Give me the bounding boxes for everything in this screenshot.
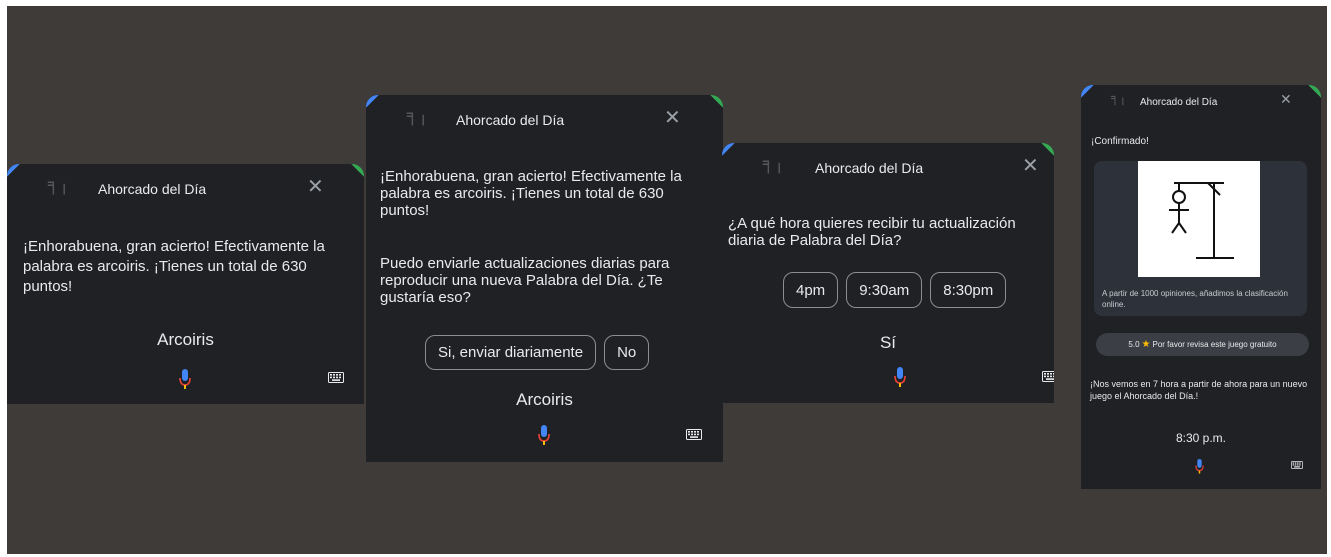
- assistant-panel-3: ╕╷ Ahorcado del Día ✕ ¿A qué hora quiere…: [722, 143, 1054, 403]
- panel-header: ╕╷ Ahorcado del Día ✕: [7, 164, 364, 208]
- suggestion-chips: Si, enviar diariamente No: [425, 335, 650, 370]
- hangman-card: A partir de 1000 opiniones, añadimos la …: [1094, 161, 1307, 316]
- assistant-message: ¡Enhorabuena, gran acierto! Efectivament…: [23, 238, 325, 295]
- game-logo-icon: ╕╷: [407, 105, 429, 126]
- rate-game-button[interactable]: 5.0 ★ Por favor revisa este juego gratui…: [1096, 333, 1309, 356]
- confirmation-text: ¡Confirmado!: [1091, 136, 1149, 147]
- chip-send-daily[interactable]: Si, enviar diariamente: [425, 335, 597, 370]
- keyboard-icon[interactable]: [686, 429, 702, 440]
- farewell-message: ¡Nos vemos en 7 hora a partir de ahora p…: [1090, 379, 1308, 401]
- keyboard-icon[interactable]: [1291, 461, 1303, 469]
- suggestion-chips: 4pm 9:30am 8:30pm: [783, 272, 1007, 308]
- game-logo-icon: ╕╷: [1111, 91, 1127, 106]
- panel-header: ╕╷ Ahorcado del Día ✕: [1081, 85, 1321, 129]
- assistant-panel-4: ╕╷ Ahorcado del Día ✕ ¡Confirmado! A par…: [1081, 85, 1321, 489]
- star-icon: ★: [1141, 339, 1151, 350]
- keyboard-icon[interactable]: [1042, 371, 1054, 382]
- rating-value: 5.0: [1128, 340, 1140, 349]
- game-logo-icon: ╕╷: [763, 153, 785, 174]
- game-logo-icon: ╕╷: [48, 174, 70, 195]
- screenshot-stage: ╕╷ Ahorcado del Día ✕ ¡Enhorabuena, gran…: [7, 6, 1327, 554]
- app-title: Ahorcado del Día: [98, 181, 207, 197]
- mic-icon[interactable]: [894, 367, 906, 389]
- hangman-image: [1138, 161, 1260, 277]
- close-icon[interactable]: ✕: [1280, 91, 1292, 108]
- panel-header: ╕╷ Ahorcado del Día ✕: [722, 143, 1054, 187]
- assistant-panel-1: ╕╷ Ahorcado del Día ✕ ¡Enhorabuena, gran…: [7, 164, 364, 404]
- hangman-drawing: [1169, 182, 1234, 259]
- user-query: 8:30 p.m.: [1175, 431, 1227, 445]
- user-query: Arcoiris: [516, 390, 573, 409]
- rating-text: Por favor revisa este juego gratuito: [1152, 340, 1277, 349]
- close-icon[interactable]: ✕: [1022, 153, 1039, 178]
- app-title: Ahorcado del Día: [1140, 97, 1218, 108]
- assistant-followup: Puedo enviarle actualizaciones diarias p…: [380, 255, 670, 306]
- card-description: A partir de 1000 opiniones, añadimos la …: [1102, 289, 1288, 309]
- user-query: Sí: [879, 333, 897, 352]
- mic-icon[interactable]: [1195, 459, 1204, 475]
- chip-4pm[interactable]: 4pm: [783, 272, 839, 308]
- panel-header: ╕╷ Ahorcado del Día ✕: [366, 95, 723, 139]
- chip-no[interactable]: No: [604, 335, 650, 370]
- app-title: Ahorcado del Día: [815, 160, 924, 176]
- assistant-message: ¡Enhorabuena, gran acierto! Efectivament…: [380, 168, 682, 219]
- assistant-panel-2: ╕╷ Ahorcado del Día ✕ ¡Enhorabuena, gran…: [366, 95, 723, 462]
- mic-icon[interactable]: [179, 369, 191, 391]
- chip-930am[interactable]: 9:30am: [846, 272, 923, 308]
- chip-830pm[interactable]: 8:30pm: [930, 272, 1007, 308]
- close-icon[interactable]: ✕: [664, 105, 681, 130]
- user-query: Arcoiris: [157, 330, 214, 349]
- close-icon[interactable]: ✕: [307, 174, 324, 199]
- keyboard-icon[interactable]: [328, 372, 344, 383]
- app-title: Ahorcado del Día: [456, 112, 565, 128]
- mic-icon[interactable]: [538, 425, 550, 447]
- assistant-message: ¿A qué hora quieres recibir tu actualiza…: [728, 215, 1016, 249]
